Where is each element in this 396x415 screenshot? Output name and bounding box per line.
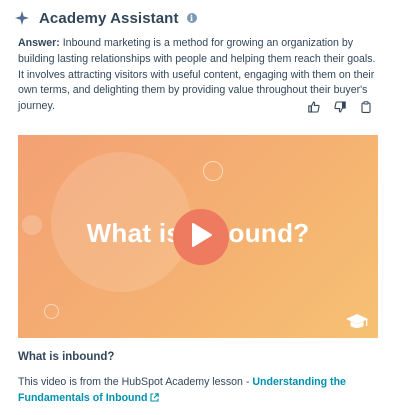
academy-assistant-panel: Academy Assistant i Answer: Inbound mark… [0,0,396,415]
sparkle-icon [15,11,29,25]
panel-title: Academy Assistant [39,9,179,27]
answer-label: Answer: [18,37,60,49]
video-player[interactable]: What is inbound? [18,135,378,338]
external-link-icon [150,392,160,402]
source-prefix: This video is from the HubSpot Academy l… [18,376,253,388]
video-source: This video is from the HubSpot Academy l… [18,375,380,406]
feedback-actions [308,100,372,113]
decorative-circle-outline [203,161,223,181]
info-icon[interactable]: i [186,13,197,23]
thumbs-up-icon[interactable] [308,100,320,113]
panel-header: Academy Assistant i [15,8,197,28]
copy-icon[interactable] [360,100,372,113]
video-heading: What is inbound? [18,351,115,363]
play-button[interactable] [173,209,229,265]
decorative-circle-outline [44,304,59,319]
play-icon [189,222,213,253]
thumbs-down-icon[interactable] [334,100,346,113]
graduation-cap-icon [345,313,369,331]
